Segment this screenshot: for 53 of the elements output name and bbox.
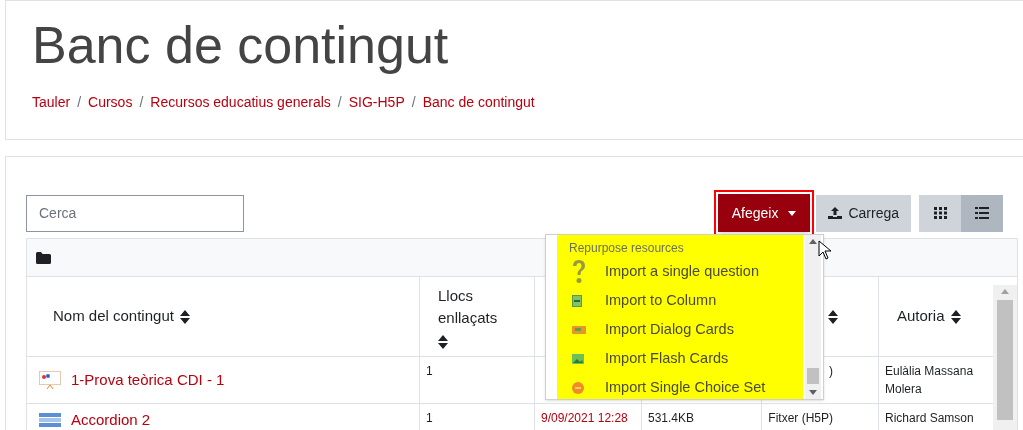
scroll-thumb[interactable]: [807, 368, 819, 384]
content-link[interactable]: Accordion 2: [71, 409, 151, 430]
table-cell: 1: [426, 364, 433, 378]
grid-icon: [933, 207, 947, 219]
list-icon: [975, 207, 989, 219]
column-header[interactable]: Autoria: [897, 305, 945, 328]
breadcrumb-link[interactable]: Tauler: [32, 92, 71, 113]
upload-icon: [828, 207, 843, 219]
column-header[interactable]: Llocs enllaçats: [438, 284, 508, 329]
table-cell: 9/09/2021 12:28: [541, 411, 628, 425]
cards-icon: [572, 324, 586, 335]
accordion-thumbnail-icon: [39, 413, 61, 428]
table-cell: Fitxer (H5P): [768, 411, 833, 425]
table-cell: 531.4KB: [648, 411, 695, 425]
breadcrumb-link[interactable]: SIG-H5P: [348, 92, 405, 113]
breadcrumb-link[interactable]: Cursos: [88, 92, 133, 113]
scroll-thumb[interactable]: [997, 300, 1013, 420]
menu-item[interactable]: Import to Column: [557, 286, 803, 315]
menu-item[interactable]: Import a single question: [557, 257, 803, 286]
menu-item[interactable]: Import Flash Cards: [557, 344, 803, 373]
table-cell: 1: [426, 411, 433, 425]
breadcrumb-separator: /: [77, 93, 82, 112]
breadcrumb-separator: /: [139, 93, 144, 112]
slide-thumbnail-icon: [39, 371, 61, 389]
sort-icon[interactable]: [179, 309, 190, 324]
breadcrumb-link[interactable]: Banc de contingut: [422, 92, 535, 113]
menu-item[interactable]: Import Single Choice Set: [557, 373, 803, 402]
sort-icon[interactable]: [950, 309, 961, 324]
sort-icon[interactable]: [438, 334, 448, 349]
upload-button[interactable]: Carrega: [816, 194, 911, 232]
folder-icon: [36, 251, 51, 264]
scroll-up-icon[interactable]: [809, 239, 817, 244]
breadcrumb-separator: /: [411, 93, 416, 112]
scroll-down-icon[interactable]: [809, 390, 817, 395]
breadcrumb-separator: /: [337, 93, 342, 112]
caret-icon: [788, 210, 797, 216]
table-cell: ): [829, 364, 833, 378]
page-title: Banc de contingut: [32, 15, 450, 76]
column-icon: [572, 294, 582, 307]
round-choice-icon: [572, 381, 584, 394]
question-mark-icon: [572, 259, 586, 284]
menu-heading: Repurpose resources: [568, 240, 685, 257]
list-view-button[interactable]: [961, 194, 1003, 232]
menu-item[interactable]: Import Dialog Cards: [557, 315, 803, 344]
breadcrumb-link[interactable]: Recursos educatius generals: [150, 92, 331, 113]
grid-view-button[interactable]: [919, 194, 961, 232]
column-header[interactable]: Nom del contingut: [53, 305, 174, 328]
content-link[interactable]: 1-Prova teòrica CDI - 1: [71, 368, 225, 392]
table-cell-text: Eulàlia Massana Molera: [885, 363, 975, 398]
table-cell-text: Richard Samson: [885, 410, 975, 427]
image-card-icon: [572, 353, 584, 364]
sort-icon[interactable]: [828, 309, 838, 324]
search-field[interactable]: Cerca: [26, 194, 244, 232]
